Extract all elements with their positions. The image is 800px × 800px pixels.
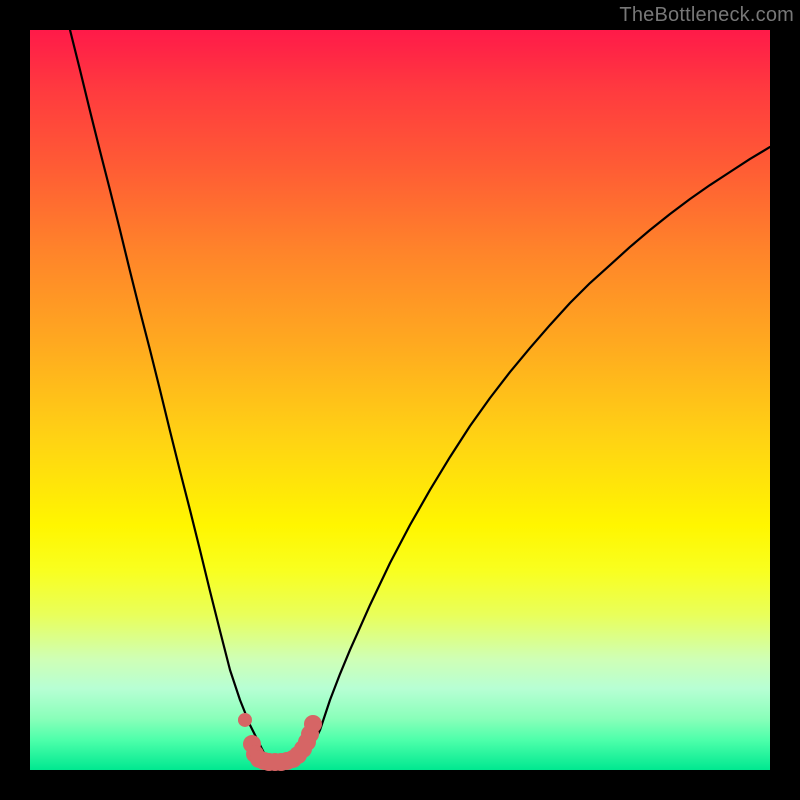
bottleneck-curve	[70, 30, 770, 760]
watermark-label: TheBottleneck.com	[619, 4, 794, 27]
chart-overlay	[30, 30, 770, 770]
sweet-spot-marker	[304, 715, 322, 733]
sweet-spot-markers	[238, 713, 322, 771]
chart-frame: TheBottleneck.com	[0, 0, 800, 800]
sweet-spot-marker	[238, 713, 252, 727]
